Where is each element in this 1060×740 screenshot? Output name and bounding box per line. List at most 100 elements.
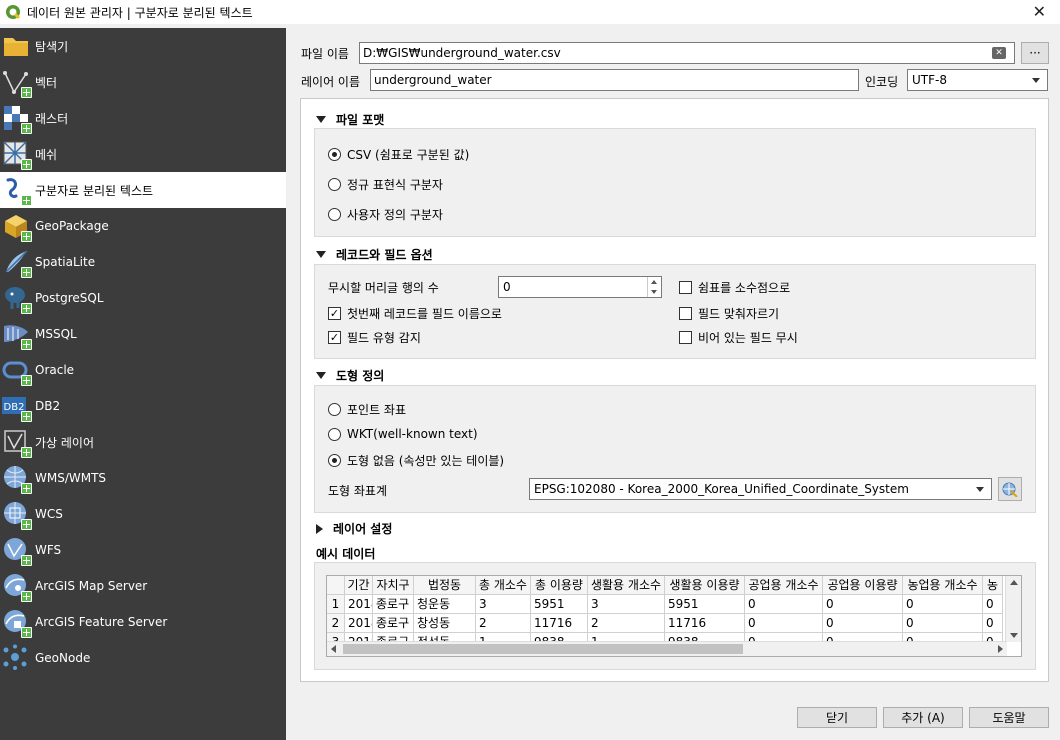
encoding-select[interactable]: UTF-8 bbox=[907, 69, 1048, 91]
column-header[interactable]: 총 이용량 bbox=[531, 576, 588, 595]
close-button[interactable]: 닫기 bbox=[797, 707, 877, 728]
column-header[interactable]: 자치구 bbox=[373, 576, 414, 595]
sidebar-item-arcgis-feature-server[interactable]: ArcGIS Feature Server bbox=[0, 604, 286, 640]
sidebar-item-mesh[interactable]: 메쉬 bbox=[0, 136, 286, 172]
sidebar-item-mssql[interactable]: MSSQL bbox=[0, 316, 286, 352]
table-cell: 5951 bbox=[665, 595, 745, 614]
layer-name-input[interactable]: underground_water bbox=[370, 69, 859, 91]
sidebar-item-label: GeoNode bbox=[35, 651, 91, 665]
geometry-radio-point[interactable]: 포인트 좌표 bbox=[328, 401, 406, 418]
scroll-left-icon[interactable] bbox=[331, 645, 336, 653]
sidebar-item-raster[interactable]: 래스터 bbox=[0, 100, 286, 136]
crs-selector-button[interactable] bbox=[998, 477, 1022, 501]
row-header[interactable]: 2 bbox=[327, 614, 345, 633]
format-radio-csv[interactable]: CSV (쉼표로 구분된 값) bbox=[328, 146, 469, 163]
browse-button[interactable]: ··· bbox=[1021, 42, 1049, 64]
vertical-scrollbar[interactable] bbox=[1005, 576, 1021, 642]
column-header[interactable]: 기간 bbox=[345, 576, 373, 595]
close-window-icon[interactable]: ✕ bbox=[1033, 2, 1046, 21]
help-button[interactable]: 도움말 bbox=[969, 707, 1049, 728]
table-cell: 종로구 bbox=[373, 614, 414, 633]
sample-data-table[interactable]: 기간 자치구 법정동 총 개소수 총 이용량 생활용 개소수 생활용 이용량 공업용 개소수 공… bbox=[326, 575, 1022, 657]
table-cell: 3 bbox=[476, 595, 531, 614]
layer-settings-toggle[interactable]: 레이어 설정 bbox=[316, 520, 392, 537]
row-header[interactable]: 1 bbox=[327, 595, 345, 614]
table-cell: 2018 bbox=[345, 614, 373, 633]
column-header[interactable]: 공업용 이용량 bbox=[823, 576, 903, 595]
crs-select[interactable]: EPSG:102080 - Korea_2000_Korea_Unified_C… bbox=[529, 478, 992, 500]
table-cell: 0 bbox=[745, 595, 823, 614]
scroll-right-icon[interactable] bbox=[998, 645, 1003, 653]
spinner-arrows-icon[interactable] bbox=[647, 277, 661, 297]
wcs-icon bbox=[2, 500, 32, 530]
sidebar-item-postgresql[interactable]: PostgreSQL bbox=[0, 280, 286, 316]
radio-unselected bbox=[328, 178, 341, 191]
sidebar-item-db2[interactable]: DB2 DB2 bbox=[0, 388, 286, 424]
format-radio-regex[interactable]: 정규 표현식 구분자 bbox=[328, 176, 443, 193]
file-format-toggle[interactable]: 파일 포맷 bbox=[316, 111, 384, 128]
sidebar-item-label: 가상 레이어 bbox=[35, 435, 95, 450]
first-record-header-checkbox[interactable]: ✓ 첫번째 레코드를 필드 이름으로 bbox=[328, 305, 502, 322]
sidebar-item-wcs[interactable]: WCS bbox=[0, 496, 286, 532]
file-name-label: 파일 이름 bbox=[301, 47, 349, 61]
sidebar-item-wfs[interactable]: WFS bbox=[0, 532, 286, 568]
window-title: 데이터 원본 관리자 | 구분자로 분리된 텍스트 bbox=[27, 5, 253, 20]
chevron-down-icon bbox=[1032, 78, 1040, 83]
detect-field-types-checkbox[interactable]: ✓ 필드 유형 감지 bbox=[328, 329, 421, 346]
column-header[interactable]: 농업용 개소수 bbox=[903, 576, 983, 595]
column-header[interactable]: 총 개소수 bbox=[476, 576, 531, 595]
clear-icon[interactable]: ✕ bbox=[992, 47, 1006, 59]
sidebar-item-vector[interactable]: 벡터 bbox=[0, 64, 286, 100]
arcgis-map-icon bbox=[2, 572, 32, 602]
add-button[interactable]: 추가 (A) bbox=[883, 707, 963, 728]
table-cell: 청운동 bbox=[414, 595, 476, 614]
checkbox-label: 첫번째 레코드를 필드 이름으로 bbox=[347, 307, 502, 321]
sidebar-item-label: WCS bbox=[35, 507, 63, 521]
sidebar-item-delimited-text[interactable]: 구분자로 분리된 텍스트 bbox=[0, 172, 286, 208]
geopackage-icon bbox=[2, 212, 32, 242]
sidebar-item-label: GeoPackage bbox=[35, 219, 109, 233]
scroll-down-icon[interactable] bbox=[1010, 633, 1018, 638]
horizontal-scrollbar[interactable] bbox=[327, 641, 1007, 656]
table-cell: 0 bbox=[903, 595, 983, 614]
table-cell: 3 bbox=[588, 595, 665, 614]
checkbox-empty bbox=[679, 307, 692, 320]
column-header[interactable]: 생활용 개소수 bbox=[588, 576, 665, 595]
column-header[interactable]: 공업용 개소수 bbox=[745, 576, 823, 595]
checkbox-empty bbox=[679, 331, 692, 344]
postgresql-icon bbox=[2, 284, 32, 314]
sidebar-item-wms[interactable]: WMS/WMTS bbox=[0, 460, 286, 496]
geometry-radio-none[interactable]: 도형 없음 (속성만 있는 테이블) bbox=[328, 452, 504, 469]
sidebar-item-geopackage[interactable]: GeoPackage bbox=[0, 208, 286, 244]
sidebar-item-spatialite[interactable]: SpatiaLite bbox=[0, 244, 286, 280]
column-header[interactable]: 법정동 bbox=[414, 576, 476, 595]
column-header[interactable]: 농 bbox=[983, 576, 1003, 595]
checkbox-label: 필드 맞춰자르기 bbox=[698, 307, 780, 321]
column-header[interactable]: 생활용 이용량 bbox=[665, 576, 745, 595]
geometry-title: 도형 정의 bbox=[336, 369, 385, 383]
geometry-radio-wkt[interactable]: WKT(well-known text) bbox=[328, 427, 478, 441]
trim-fields-checkbox[interactable]: 필드 맞춰자르기 bbox=[679, 305, 779, 322]
scroll-thumb[interactable] bbox=[343, 644, 743, 654]
geometry-toggle[interactable]: 도형 정의 bbox=[316, 367, 384, 384]
radio-selected bbox=[328, 454, 341, 467]
sidebar-item-oracle[interactable]: Oracle bbox=[0, 352, 286, 388]
column-header[interactable] bbox=[327, 576, 345, 595]
table-cell: 0 bbox=[983, 595, 1003, 614]
table-cell: 0 bbox=[903, 614, 983, 633]
file-name-input[interactable]: D:₩GIS₩underground_water.csv ✕ bbox=[359, 42, 1015, 64]
sidebar-item-browser[interactable]: 탐색기 bbox=[0, 28, 286, 64]
sidebar-item-geonode[interactable]: GeoNode bbox=[0, 640, 286, 676]
format-radio-custom[interactable]: 사용자 정의 구분자 bbox=[328, 206, 443, 223]
table-cell: 0 bbox=[823, 614, 903, 633]
sidebar-item-label: WFS bbox=[35, 543, 62, 557]
skip-lines-spinner[interactable]: 0 bbox=[498, 276, 662, 298]
scroll-up-icon[interactable] bbox=[1010, 580, 1018, 585]
record-options-toggle[interactable]: 레코드와 필드 옵션 bbox=[316, 246, 433, 263]
sidebar-item-arcgis-map-server[interactable]: ArcGIS Map Server bbox=[0, 568, 286, 604]
sidebar-item-virtual-layer[interactable]: 가상 레이어 bbox=[0, 424, 286, 460]
table-cell: 2018 bbox=[345, 595, 373, 614]
discard-empty-fields-checkbox[interactable]: 비어 있는 필드 무시 bbox=[679, 329, 798, 346]
decimal-comma-checkbox[interactable]: 쉼표를 소수점으로 bbox=[679, 279, 790, 296]
table-cell: 11716 bbox=[665, 614, 745, 633]
